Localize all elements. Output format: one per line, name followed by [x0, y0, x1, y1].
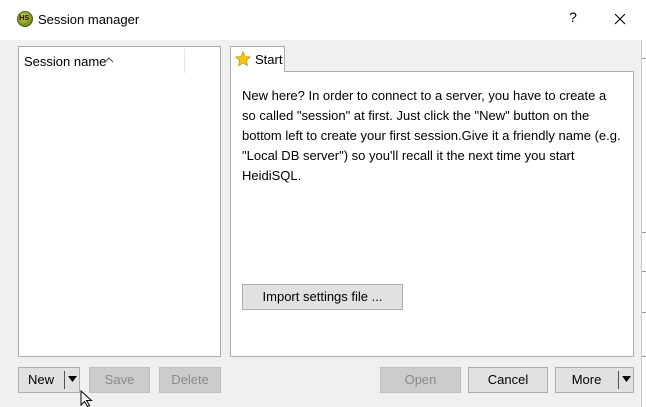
intro-text: New here? In order to connect to a serve…	[242, 88, 621, 183]
new-dropdown-button[interactable]	[65, 368, 79, 392]
more-button[interactable]: More	[556, 368, 617, 392]
start-panel: New here? In order to connect to a serve…	[230, 71, 634, 357]
new-button[interactable]: New	[19, 368, 63, 392]
mouse-cursor-icon	[80, 390, 93, 407]
help-button[interactable]: ?	[566, 9, 580, 29]
edge-line	[642, 356, 646, 357]
star-icon	[235, 51, 251, 67]
delete-button[interactable]: Delete	[159, 367, 221, 393]
edge-line	[642, 232, 646, 233]
session-manager-window: HS Session manager ? Session name Start …	[0, 0, 642, 407]
session-list[interactable]: Session name	[18, 46, 221, 357]
window-title: Session manager	[38, 12, 140, 27]
sort-ascending-icon	[104, 57, 114, 63]
chevron-down-icon	[67, 376, 77, 382]
column-separator[interactable]	[184, 49, 185, 73]
close-icon	[614, 13, 626, 25]
session-list-header[interactable]: Session name	[19, 47, 220, 75]
edge-line	[642, 312, 646, 313]
title-bar[interactable]: HS Session manager ?	[0, 0, 642, 40]
import-settings-button[interactable]: Import settings file ...	[242, 284, 403, 310]
background-edge	[642, 0, 646, 407]
tab-label: Start	[255, 52, 283, 67]
more-split-button[interactable]: More	[555, 367, 634, 393]
close-button[interactable]	[610, 9, 630, 29]
tab-start[interactable]: Start	[230, 46, 285, 72]
open-button[interactable]: Open	[380, 367, 461, 393]
column-header-session-name[interactable]: Session name	[24, 54, 106, 69]
edge-line	[642, 271, 646, 272]
new-split-button[interactable]: New	[18, 367, 80, 393]
edge-line	[642, 58, 646, 59]
cancel-button[interactable]: Cancel	[468, 367, 548, 393]
save-button[interactable]: Save	[89, 367, 150, 393]
heidisql-logo-icon: HS	[17, 11, 33, 27]
more-dropdown-button[interactable]	[619, 368, 633, 392]
chevron-down-icon	[621, 376, 631, 382]
